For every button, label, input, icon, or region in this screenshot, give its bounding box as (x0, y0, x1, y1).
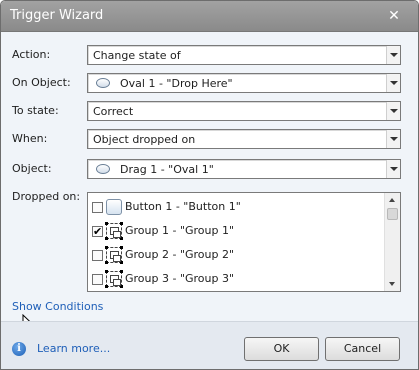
chevron-down-icon[interactable] (386, 46, 400, 64)
chevron-down-icon[interactable] (386, 102, 400, 120)
checkbox[interactable] (92, 202, 103, 213)
list-scrollbar[interactable] (384, 193, 400, 291)
close-icon[interactable]: ✕ (386, 8, 402, 24)
trigger-wizard-dialog: Trigger Wizard ✕ Action: Change state of… (0, 0, 419, 370)
to-state-value: Correct (93, 105, 134, 118)
on-object-dropdown[interactable]: Oval 1 - "Drop Here" (87, 73, 401, 93)
group-icon (105, 246, 123, 264)
group-icon (105, 270, 123, 288)
on-object-label: On Object: (12, 76, 71, 89)
oval-icon (96, 164, 110, 174)
dialog-content: Action: Change state of On Object: Oval … (1, 32, 418, 334)
learn-more-link[interactable]: Learn more... (37, 342, 110, 355)
action-dropdown[interactable]: Change state of (87, 45, 401, 65)
list-item[interactable]: Group 2 - "Group 2" (92, 245, 382, 265)
list-item-label: Button 1 - "Button 1" (125, 200, 241, 213)
list-item-label: Group 1 - "Group 1" (125, 224, 235, 237)
chevron-down-icon[interactable] (386, 130, 400, 148)
to-state-label: To state: (12, 104, 59, 117)
dialog-footer: i Learn more... OK Cancel (1, 321, 418, 369)
checkbox[interactable] (92, 250, 103, 261)
when-value: Object dropped on (93, 133, 196, 146)
scroll-down-arrow-icon[interactable] (385, 276, 400, 291)
object-value: Drag 1 - "Oval 1" (120, 163, 214, 176)
scroll-thumb[interactable] (387, 208, 398, 220)
action-value: Change state of (93, 49, 181, 62)
chevron-down-icon[interactable] (386, 74, 400, 92)
dropped-on-label: Dropped on: (12, 190, 81, 203)
object-label: Object: (12, 162, 52, 175)
object-dropdown[interactable]: Drag 1 - "Oval 1" (87, 159, 401, 179)
title-bar[interactable]: Trigger Wizard ✕ (1, 1, 418, 32)
ok-button[interactable]: OK (244, 337, 319, 361)
list-item[interactable]: Group 3 - "Group 3" (92, 269, 382, 289)
list-item[interactable]: ✔ Group 1 - "Group 1" (92, 221, 382, 241)
oval-icon (96, 78, 110, 88)
scroll-up-arrow-icon[interactable] (385, 193, 400, 208)
checkbox[interactable]: ✔ (92, 226, 103, 237)
checkbox[interactable] (92, 274, 103, 285)
cancel-button[interactable]: Cancel (325, 337, 400, 361)
action-label: Action: (12, 48, 51, 61)
when-dropdown[interactable]: Object dropped on (87, 129, 401, 149)
button-shape-icon (106, 199, 122, 215)
list-item-label: Group 3 - "Group 3" (125, 272, 235, 285)
group-icon (105, 222, 123, 240)
list-item[interactable]: Button 1 - "Button 1" (92, 197, 382, 217)
show-conditions-link[interactable]: Show Conditions (12, 300, 103, 313)
chevron-down-icon[interactable] (386, 160, 400, 178)
to-state-dropdown[interactable]: Correct (87, 101, 401, 121)
list-item-label: Group 2 - "Group 2" (125, 248, 235, 261)
when-label: When: (12, 132, 48, 145)
on-object-value: Oval 1 - "Drop Here" (120, 77, 233, 90)
dropped-on-list[interactable]: Button 1 - "Button 1" ✔ Group 1 - "Group… (87, 192, 401, 292)
info-icon: i (12, 342, 26, 356)
dialog-title: Trigger Wizard (10, 8, 104, 23)
